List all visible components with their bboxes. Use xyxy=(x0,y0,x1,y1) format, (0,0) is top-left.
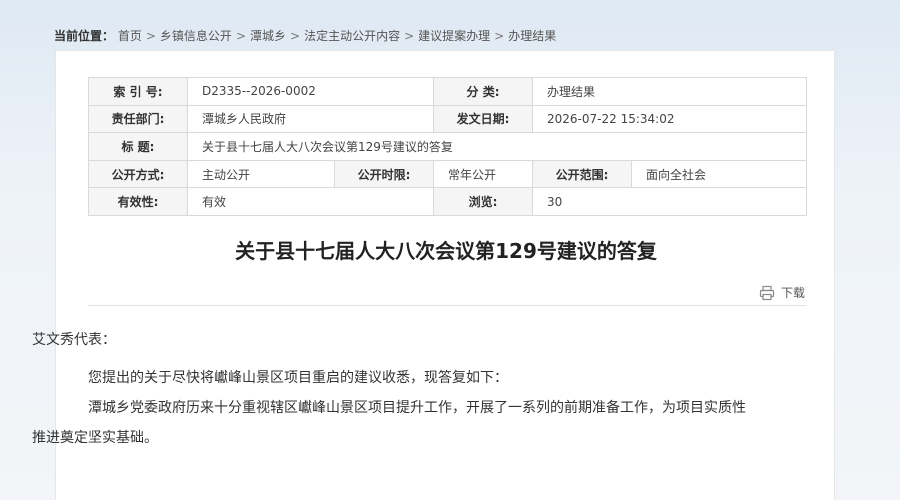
article-title: 关于县十七届人大八次会议第129号建议的答复 xyxy=(235,239,657,263)
department-value: 潭城乡人民政府 xyxy=(186,104,435,134)
index-number-label: 索 引 号: xyxy=(88,77,188,106)
download-label: 下载 xyxy=(781,286,806,300)
metadata-table: 索 引 号: D2335--2026-0002 分 类: 办理结果 责任部门: … xyxy=(88,77,808,216)
disclosure-method-label: 公开方式: xyxy=(88,159,188,189)
paragraph: 潭城乡党委政府历来十分重视辖区巘峰山景区项目提升工作，开展了一系列的前期准备工作… xyxy=(32,400,746,446)
paragraph: 您提出的关于尽快将巘峰山景区项目重启的建议收悉，现答复如下： xyxy=(88,370,508,386)
disclosure-scope-label: 公开范围: xyxy=(532,159,633,189)
category-label: 分 类: xyxy=(433,77,534,106)
title-value: 关于县十七届人大八次会议第129号建议的答复 xyxy=(186,132,808,161)
breadcrumb-proposal-handling[interactable]: 建议提案办理 xyxy=(418,29,490,43)
breadcrumb-separator: > xyxy=(235,29,246,43)
disclosure-period-label: 公开时限: xyxy=(333,159,435,189)
issue-date-value: 2026-07-22 15:34:02 xyxy=(532,104,808,134)
printer-icon xyxy=(759,285,775,300)
disclosure-method-value: 主动公开 xyxy=(187,159,335,189)
breadcrumb-separator: > xyxy=(494,29,505,43)
title-label: 标 题: xyxy=(88,132,188,161)
article-body: 艾文秀代表： 您提出的关于尽快将巘峰山景区项目重启的建议收悉，现答复如下： 潭城… xyxy=(32,325,750,453)
download-button[interactable]: 下载 xyxy=(759,284,805,301)
table-row: 索 引 号: D2335--2026-0002 分 类: 办理结果 xyxy=(88,77,808,106)
greeting: 艾文秀代表： xyxy=(32,332,116,348)
breadcrumb-results[interactable]: 办理结果 xyxy=(508,29,556,43)
breadcrumb-tancheng[interactable]: 潭城乡 xyxy=(250,29,286,43)
disclosure-scope-value: 面向全社会 xyxy=(631,159,808,189)
table-row: 责任部门: 潭城乡人民政府 发文日期: 2026-07-22 15:34:02 xyxy=(88,104,808,134)
breadcrumb: 当前位置： 首页 > 乡镇信息公开 > 潭城乡 > 法定主动公开内容 > 建议提案办理 > 办理结果 xyxy=(54,27,556,44)
department-label: 责任部门: xyxy=(88,104,188,134)
breadcrumb-label: 当前位置： xyxy=(54,29,115,43)
category-value: 办理结果 xyxy=(532,77,808,106)
breadcrumb-home[interactable]: 首页 xyxy=(118,29,142,43)
validity-value: 有效 xyxy=(186,187,435,216)
breadcrumb-township-info[interactable]: 乡镇信息公开 xyxy=(160,29,232,43)
breadcrumb-separator: > xyxy=(404,29,415,43)
divider xyxy=(88,305,806,306)
table-row: 公开方式: 主动公开 公开时限: 常年公开 公开范围: 面向全社会 xyxy=(88,159,808,189)
views-label: 浏览: xyxy=(433,187,534,216)
breadcrumb-statutory-content[interactable]: 法定主动公开内容 xyxy=(304,29,400,43)
table-row: 有效性: 有效 浏览: 30 xyxy=(88,187,808,216)
table-row: 标 题: 关于县十七届人大八次会议第129号建议的答复 xyxy=(88,132,808,161)
index-number-value: D2335--2026-0002 xyxy=(186,77,435,106)
disclosure-period-value: 常年公开 xyxy=(433,159,534,189)
views-count: 30 xyxy=(532,187,808,216)
validity-label: 有效性: xyxy=(88,187,188,216)
breadcrumb-separator: > xyxy=(290,29,301,43)
breadcrumb-separator: > xyxy=(145,29,156,43)
issue-date-label: 发文日期: xyxy=(433,104,534,134)
